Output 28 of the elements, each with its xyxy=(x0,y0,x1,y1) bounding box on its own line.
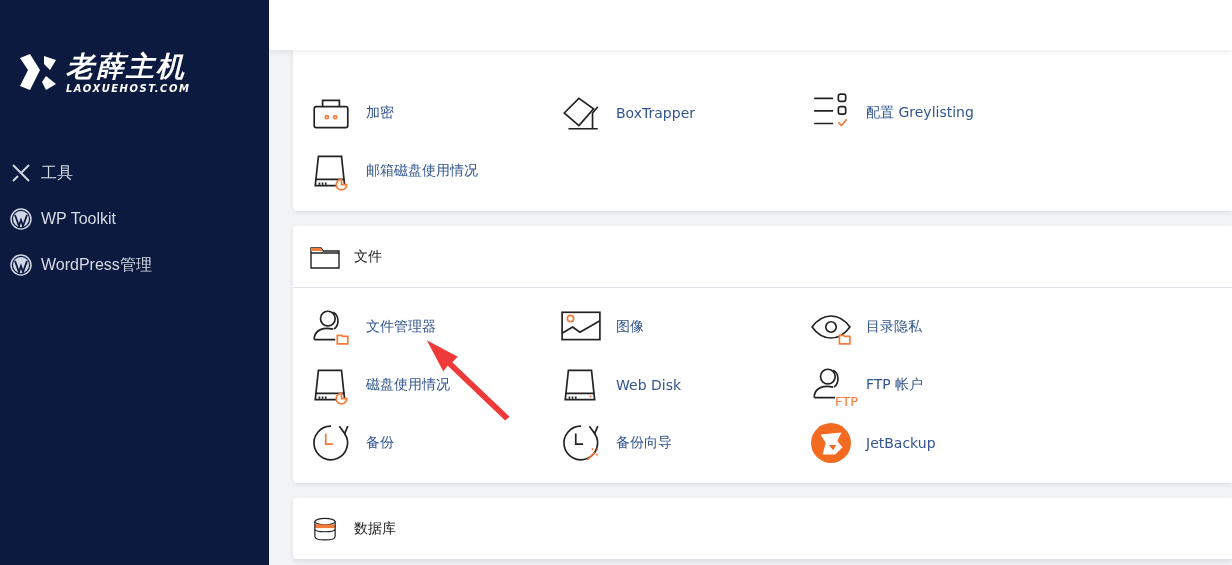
tool-link[interactable]: 配置 Greylisting xyxy=(810,84,1060,142)
tool-link[interactable]: BoxTrapper xyxy=(560,84,810,142)
sidebar-item[interactable]: 工具 xyxy=(0,150,269,196)
tools-icon xyxy=(10,162,32,184)
tool-link[interactable]: 邮箱磁盘使用情况 xyxy=(310,142,560,200)
logo-title: 老薛主机 xyxy=(66,50,187,83)
sidebar-item[interactable]: WP Toolkit xyxy=(0,196,269,242)
icon-label: FTP xyxy=(834,395,858,408)
section-title: 文件 xyxy=(354,247,382,266)
tool-link[interactable]: 备份向导 xyxy=(560,414,810,472)
tool-link[interactable]: 目录隐私 xyxy=(810,298,1060,356)
clock-wand-icon xyxy=(560,422,602,464)
jetbackup-logo-icon xyxy=(810,422,852,464)
folder-icon xyxy=(310,244,340,269)
tool-link[interactable]: 备份 xyxy=(310,414,560,472)
tool-link[interactable]: 图像 xyxy=(560,298,810,356)
logo-subtitle: LAOXUEHOST.COM xyxy=(66,82,191,94)
tool-link[interactable]: FTP FTP 帐户 xyxy=(810,356,1060,414)
tool-link[interactable]: 文件管理器 xyxy=(310,298,560,356)
sidebar-item[interactable]: WordPress管理 xyxy=(0,242,269,288)
wordpress-icon xyxy=(10,254,32,276)
tool-link[interactable]: JetBackup xyxy=(810,414,1060,472)
tool-link[interactable]: Web Disk xyxy=(560,356,810,414)
section-title: 数据库 xyxy=(354,519,396,538)
tool-link[interactable]: 磁盘使用情况 xyxy=(310,356,560,414)
clock-icon xyxy=(310,422,352,464)
tool-link[interactable]: 加密 xyxy=(310,84,560,142)
wordpress-icon xyxy=(10,208,32,230)
